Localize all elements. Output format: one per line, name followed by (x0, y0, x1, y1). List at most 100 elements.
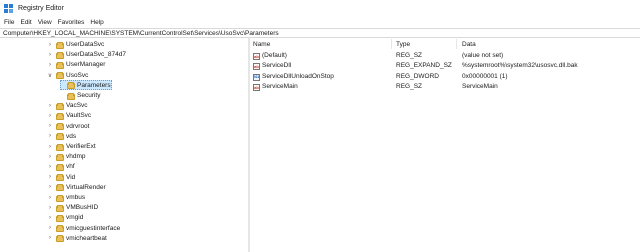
folder-icon (56, 112, 64, 120)
tree-item-label: vhdmp (66, 153, 86, 161)
tree-item-label: VMBusHID (66, 204, 99, 212)
tree-item[interactable]: › vmgid (0, 213, 248, 223)
value-name: ServiceDll (262, 62, 292, 69)
values-pane[interactable]: Name Type Data ab (Default) REG_SZ (value n… (250, 38, 640, 252)
address-bar[interactable]: Computer\HKEY_LOCAL_MACHINE\SYSTEM\Curre… (0, 28, 640, 38)
value-row[interactable]: ab ServiceMain REG_SZ ServiceMain (250, 82, 640, 93)
menu-bar: File Edit View Favorites Help (0, 16, 640, 28)
window-title: Registry Editor (18, 4, 64, 12)
tree-item[interactable]: › vmbus (0, 193, 248, 203)
key-tree[interactable]: › UserDataSvc › UserDataSvc_874d7 › UserManag… (0, 38, 248, 252)
menu-help[interactable]: Help (87, 19, 106, 26)
chevron-right-icon[interactable]: › (47, 183, 53, 191)
folder-icon (56, 194, 64, 202)
tree-item[interactable]: › vdrvroot (0, 121, 248, 131)
folder-icon (56, 102, 64, 110)
folder-icon (56, 204, 64, 212)
column-divider[interactable] (391, 39, 392, 49)
column-header-data[interactable]: Data (462, 38, 476, 50)
tree-item[interactable]: › UserManager (0, 60, 248, 70)
tree-item[interactable]: Security (0, 91, 248, 101)
tree-item-label: VaultSvc (66, 112, 92, 120)
folder-icon (56, 51, 64, 59)
menu-view[interactable]: View (35, 19, 55, 26)
tree-item[interactable]: › vhf (0, 162, 248, 172)
tree-item-label: UsoSvc (66, 71, 89, 79)
chevron-right-icon[interactable]: › (47, 41, 53, 49)
value-data: %systemroot%\system32\usosvc.dll.bak (462, 62, 578, 69)
tree-item[interactable]: › VacSvc (0, 101, 248, 111)
registry-editor-icon (4, 3, 13, 13)
value-row[interactable]: 011 ServiceDllUnloadOnStop REG_DWORD 0x0000… (250, 72, 640, 83)
tree-item[interactable]: › UserDataSvc (0, 40, 248, 50)
value-type: REG_EXPAND_SZ (396, 62, 452, 69)
chevron-right-icon[interactable]: › (47, 214, 53, 222)
chevron-right-icon[interactable]: › (47, 153, 53, 161)
tree-item[interactable]: › vmicguestinterface (0, 223, 248, 233)
tree-item-label: VirtualRender (66, 183, 106, 191)
column-header-name[interactable]: Name (253, 38, 270, 50)
chevron-right-icon[interactable]: › (47, 163, 53, 171)
value-data: 0x00000001 (1) (462, 72, 508, 80)
folder-icon (56, 143, 64, 151)
chevron-right-icon[interactable]: › (47, 173, 53, 181)
chevron-right-icon[interactable]: › (47, 194, 53, 202)
menu-edit[interactable]: Edit (17, 19, 34, 26)
tree-item-label: Parameters (77, 81, 111, 89)
menu-favorites[interactable]: Favorites (55, 19, 88, 26)
folder-icon (56, 174, 64, 182)
chevron-right-icon[interactable]: › (47, 61, 53, 69)
chevron-right-icon[interactable]: › (47, 234, 53, 242)
tree-item[interactable]: Parameters (0, 80, 248, 91)
tree-item[interactable]: › VMBusHID (0, 203, 248, 213)
folder-icon (56, 41, 64, 49)
tree-item-label: vmbus (66, 194, 86, 201)
folder-icon (56, 61, 64, 69)
tree-item[interactable]: › VaultSvc (0, 111, 248, 121)
menu-file[interactable]: File (0, 19, 17, 26)
tree-item-label: VacSvc (66, 102, 88, 110)
tree-item-label: vhf (66, 163, 75, 171)
tree-item[interactable]: › vmicheartbeat (0, 233, 248, 243)
value-data: (value not set) (462, 51, 504, 59)
chevron-right-icon[interactable]: › (47, 224, 53, 232)
tree-item-label: VerifierExt (66, 143, 96, 150)
string-value-icon: ab (253, 63, 260, 70)
value-row[interactable]: ab (Default) REG_SZ (value not set) (250, 51, 640, 62)
chevron-right-icon[interactable]: › (47, 204, 53, 212)
title-bar: Registry Editor (0, 0, 640, 16)
tree-item-label: Security (77, 92, 101, 99)
tree-item[interactable]: › UserDataSvc_874d7 (0, 50, 248, 60)
tree-item[interactable]: › vhdmp (0, 152, 248, 162)
chevron-right-icon[interactable]: › (47, 51, 53, 59)
folder-icon (56, 133, 64, 141)
tree-item[interactable]: › VirtualRender (0, 182, 248, 192)
tree-item[interactable]: › vds (0, 131, 248, 141)
value-type: REG_SZ (396, 83, 423, 90)
column-header-type[interactable]: Type (396, 38, 410, 50)
chevron-right-icon[interactable]: › (47, 102, 53, 110)
folder-icon (56, 184, 64, 192)
tree-item-label: UserDataSvc (66, 41, 105, 48)
tree-item-label: UserDataSvc_874d7 (66, 51, 126, 59)
tree-item-label: vmgid (66, 214, 84, 222)
chevron-right-icon[interactable]: › (47, 143, 53, 151)
chevron-right-icon[interactable]: › (47, 122, 53, 130)
chevron-right-icon[interactable]: › (47, 132, 53, 140)
chevron-right-icon[interactable]: › (47, 112, 53, 120)
binary-value-icon: 011 (253, 73, 260, 81)
tree-item[interactable]: ∨ UsoSvc (0, 70, 248, 80)
value-row[interactable]: ab ServiceDll REG_EXPAND_SZ %systemroot%\sy… (250, 61, 640, 72)
value-name: (Default) (262, 51, 287, 59)
tree-item[interactable]: › Vid (0, 172, 248, 182)
column-divider[interactable] (456, 39, 457, 49)
tree-item[interactable]: › VerifierExt (0, 142, 248, 152)
string-value-icon: ab (253, 84, 260, 91)
value-type: REG_DWORD (396, 72, 439, 80)
folder-icon (67, 92, 75, 100)
folder-icon (56, 153, 64, 161)
folder-icon (67, 82, 75, 90)
tree-item-label: Vid (66, 173, 76, 181)
chevron-down-icon[interactable]: ∨ (47, 71, 53, 79)
tree-item-label: vmicheartbeat (66, 234, 107, 242)
